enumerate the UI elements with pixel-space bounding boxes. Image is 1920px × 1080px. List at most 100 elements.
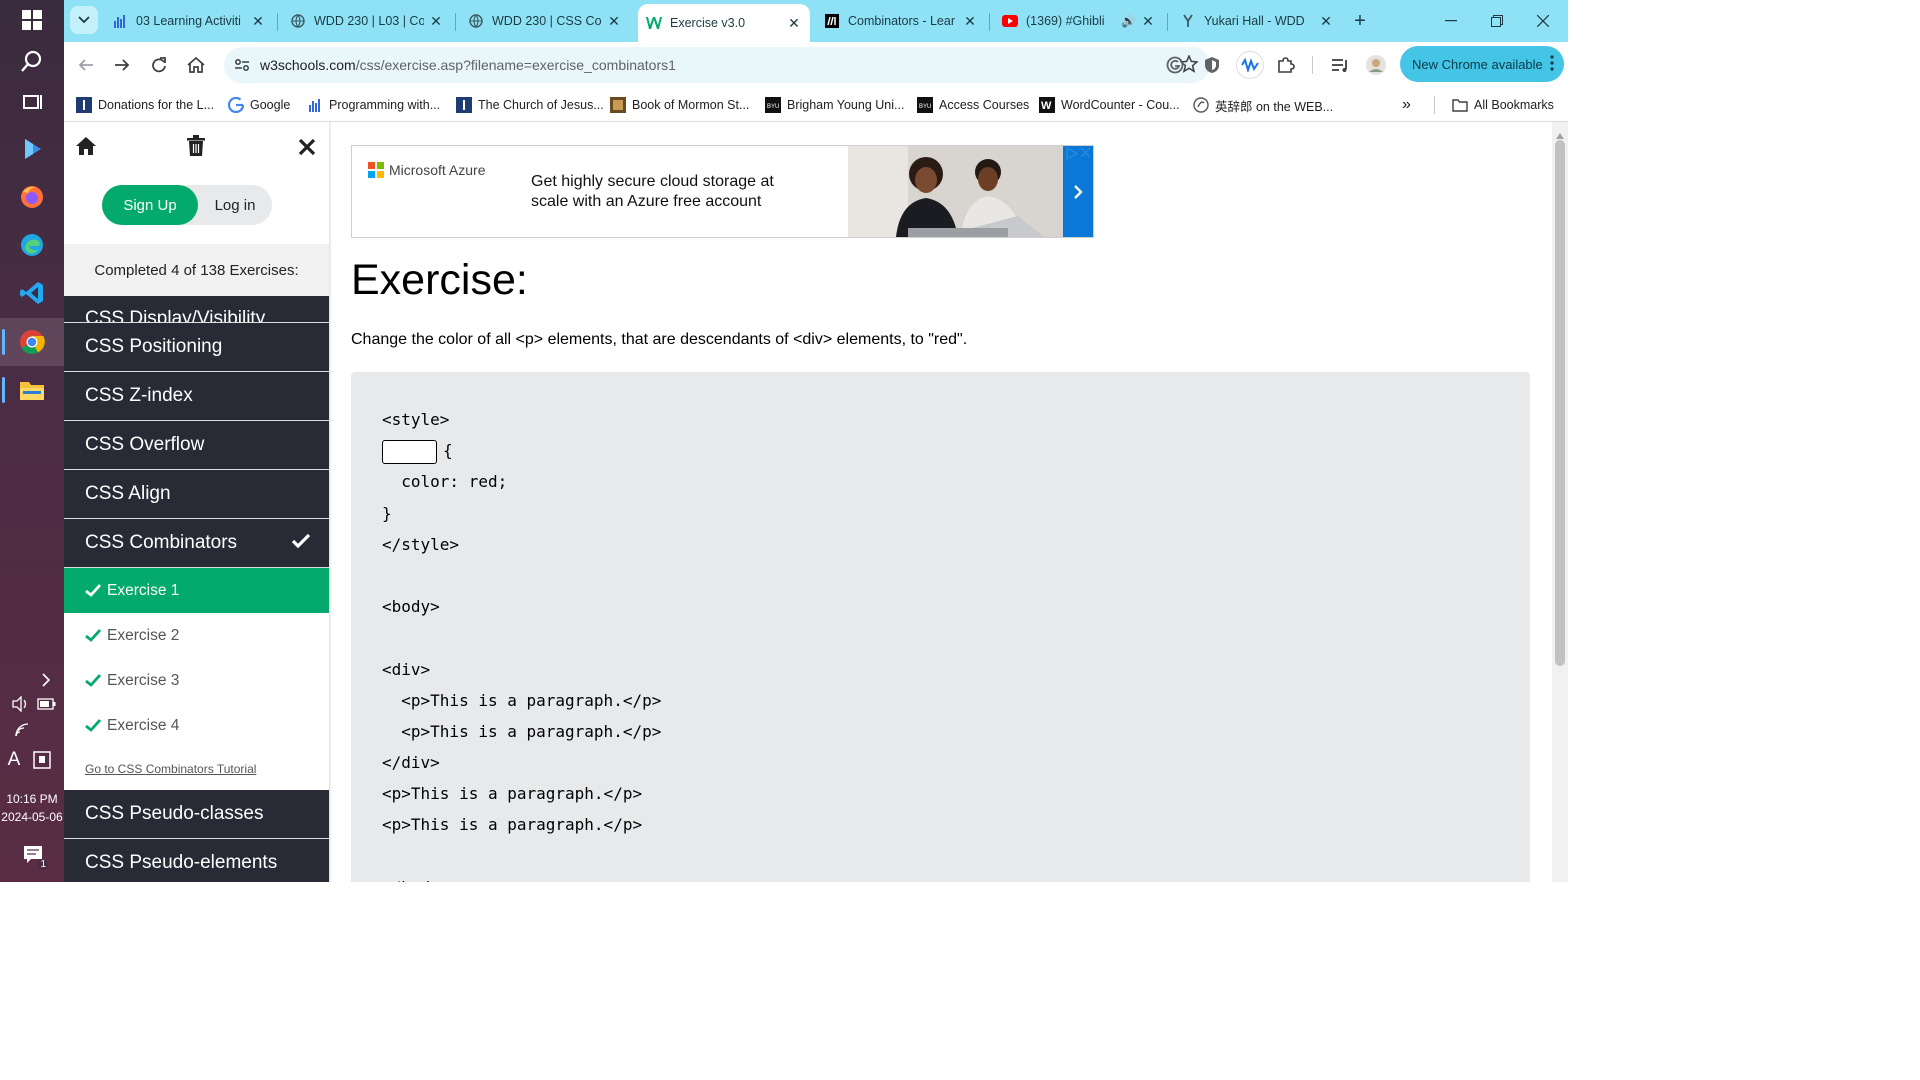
- new-tab-button[interactable]: +: [1348, 9, 1372, 33]
- trash-icon[interactable]: [186, 135, 206, 162]
- all-bookmarks-button[interactable]: All Bookmarks: [1452, 95, 1554, 115]
- taskbar-clock[interactable]: 10:16 PM 2024-05-06: [0, 790, 64, 826]
- tab-wdd230-l03[interactable]: WDD 230 | L03 | Co ✕: [282, 6, 452, 36]
- ad-close-icon[interactable]: [1080, 147, 1091, 163]
- home-icon[interactable]: [184, 53, 208, 77]
- menu-item-combinators[interactable]: CSS Combinators: [64, 519, 329, 568]
- exercise-2-link[interactable]: Exercise 2: [64, 613, 329, 658]
- vscode-icon[interactable]: [16, 277, 48, 309]
- minimize-button[interactable]: [1428, 0, 1474, 42]
- byu-icon: BYU: [917, 97, 933, 113]
- chrome-update-button[interactable]: New Chrome available: [1400, 46, 1564, 82]
- sign-up-button[interactable]: Sign Up: [102, 185, 198, 225]
- close-icon[interactable]: ✕: [962, 13, 978, 30]
- wifi-icon[interactable]: [12, 720, 34, 740]
- web-page: Sign Up Log in Completed 4 of 138 Exerci…: [64, 122, 1568, 882]
- windows-start-icon[interactable]: [16, 4, 48, 36]
- grammarly-icon[interactable]: [1163, 53, 1187, 77]
- input-indicator[interactable]: A: [4, 748, 24, 772]
- back-arrow-icon[interactable]: [74, 53, 98, 77]
- restore-button[interactable]: [1474, 0, 1520, 42]
- exercise-3-link[interactable]: Exercise 3: [64, 658, 329, 703]
- reload-icon[interactable]: [147, 53, 171, 77]
- chevron-right-icon[interactable]: [36, 670, 56, 690]
- menu-item-pseudo-elements[interactable]: CSS Pseudo-elements: [64, 839, 329, 882]
- menu-item-display-visibility[interactable]: CSS Display/Visibility: [64, 296, 329, 323]
- close-window-button[interactable]: [1520, 0, 1566, 42]
- tab-title: Exercise v3.0: [670, 16, 746, 30]
- profile-avatar-icon[interactable]: [1364, 53, 1388, 77]
- menu-item-pseudo-classes[interactable]: CSS Pseudo-classes: [64, 790, 329, 839]
- tab-search-button[interactable]: [70, 6, 98, 34]
- ime-icon[interactable]: [32, 750, 52, 770]
- volume-icon[interactable]: [10, 694, 32, 714]
- tab-wdd230-css[interactable]: WDD 230 | CSS Cor ✕: [460, 6, 630, 36]
- bookmark-donations[interactable]: Donations for the L...: [76, 95, 214, 115]
- checkmark-icon: [85, 629, 101, 642]
- menu-item-align[interactable]: CSS Align: [64, 470, 329, 519]
- tutorial-link[interactable]: Go to CSS Combinators Tutorial: [64, 748, 329, 790]
- close-icon[interactable]: ✕: [1318, 13, 1334, 30]
- extensions-puzzle-icon[interactable]: [1274, 53, 1298, 77]
- speaker-icon[interactable]: 🔊: [1121, 14, 1136, 28]
- folder-icon[interactable]: [16, 374, 48, 406]
- tab-mdn-combinators[interactable]: Combinators - Lear ✕: [816, 6, 986, 36]
- bookmark-eijiro[interactable]: 英辞郎 on the WEB...: [1193, 95, 1333, 115]
- close-icon[interactable]: ✕: [428, 13, 444, 30]
- page-scrollbar[interactable]: [1552, 122, 1568, 882]
- close-icon[interactable]: ✕: [250, 13, 266, 30]
- extension-wave-icon[interactable]: [1236, 51, 1264, 79]
- bookmarks-overflow-icon[interactable]: »: [1402, 95, 1411, 115]
- battery-icon[interactable]: [36, 694, 58, 714]
- answer-input[interactable]: [382, 439, 437, 464]
- task-view-icon[interactable]: [16, 86, 48, 118]
- menu-item-positioning[interactable]: CSS Positioning: [64, 323, 329, 372]
- google-icon: [228, 97, 244, 113]
- log-in-button[interactable]: Log in: [198, 185, 272, 225]
- menu-item-z-index[interactable]: CSS Z-index: [64, 372, 329, 421]
- firefox-icon[interactable]: [16, 181, 48, 213]
- shield-icon[interactable]: [1200, 53, 1224, 77]
- address-bar[interactable]: w3schools.com/css/exercise.asp?filename=…: [224, 47, 1210, 83]
- bookmark-access-courses[interactable]: BYU Access Courses: [917, 95, 1029, 115]
- url-text[interactable]: w3schools.com/css/exercise.asp?filename=…: [260, 57, 676, 73]
- search-icon[interactable]: [16, 45, 48, 77]
- bookmark-church[interactable]: The Church of Jesus...: [456, 95, 604, 115]
- tab-title: WDD 230 | L03 | Co: [314, 14, 424, 28]
- bookmark-book-of-mormon[interactable]: Book of Mormon St...: [610, 95, 749, 115]
- copilot-icon[interactable]: [16, 133, 48, 165]
- ad-choices-icon[interactable]: [1066, 146, 1079, 163]
- tab-exercise[interactable]: Exercise v3.0 ✕: [638, 4, 810, 42]
- chrome-icon[interactable]: [16, 326, 48, 358]
- svg-text:W: W: [1041, 100, 1052, 112]
- ad-choices[interactable]: [1066, 146, 1091, 163]
- tab-github[interactable]: Yukari Hall - WDD ✕: [1172, 6, 1342, 36]
- bookmark-wordcounter[interactable]: W WordCounter - Cou...: [1039, 95, 1180, 115]
- bookmark-google[interactable]: Google: [228, 95, 290, 115]
- code-line: <body>: [382, 597, 440, 617]
- wordcounter-icon: W: [1039, 97, 1055, 113]
- edge-icon[interactable]: [16, 229, 48, 261]
- code-line: <p>This is a paragraph.</p>: [382, 784, 643, 804]
- home-icon[interactable]: [75, 136, 97, 161]
- menu-item-overflow[interactable]: CSS Overflow: [64, 421, 329, 470]
- code-editor: <style> { color: red; } </style> <body> …: [351, 372, 1530, 882]
- advertisement-banner[interactable]: Microsoft Azure Get highly secure cloud …: [351, 145, 1094, 238]
- forward-arrow-icon[interactable]: [110, 53, 134, 77]
- exercise-1-link[interactable]: Exercise 1: [64, 568, 329, 613]
- site-info-icon[interactable]: [232, 55, 252, 75]
- browser-toolbar: w3schools.com/css/exercise.asp?filename=…: [64, 42, 1568, 88]
- close-icon[interactable]: ✕: [1140, 13, 1156, 30]
- tab-youtube[interactable]: (1369) #Ghibli 🔊 ✕: [994, 6, 1164, 36]
- sidebar-shadow: [329, 122, 332, 882]
- exercise-4-link[interactable]: Exercise 4: [64, 703, 329, 748]
- media-controls-icon[interactable]: [1328, 53, 1352, 77]
- notification-icon[interactable]: 1: [20, 842, 48, 870]
- scrollbar-thumb[interactable]: [1555, 140, 1565, 666]
- close-icon[interactable]: [298, 138, 316, 161]
- bookmark-byu[interactable]: BYU Brigham Young Uni...: [765, 95, 904, 115]
- tab-learning-activities[interactable]: 03 Learning Activiti ✕: [104, 6, 274, 36]
- close-icon[interactable]: ✕: [606, 13, 622, 30]
- bookmark-programming[interactable]: Programming with...: [307, 95, 440, 115]
- close-icon[interactable]: ✕: [786, 15, 802, 32]
